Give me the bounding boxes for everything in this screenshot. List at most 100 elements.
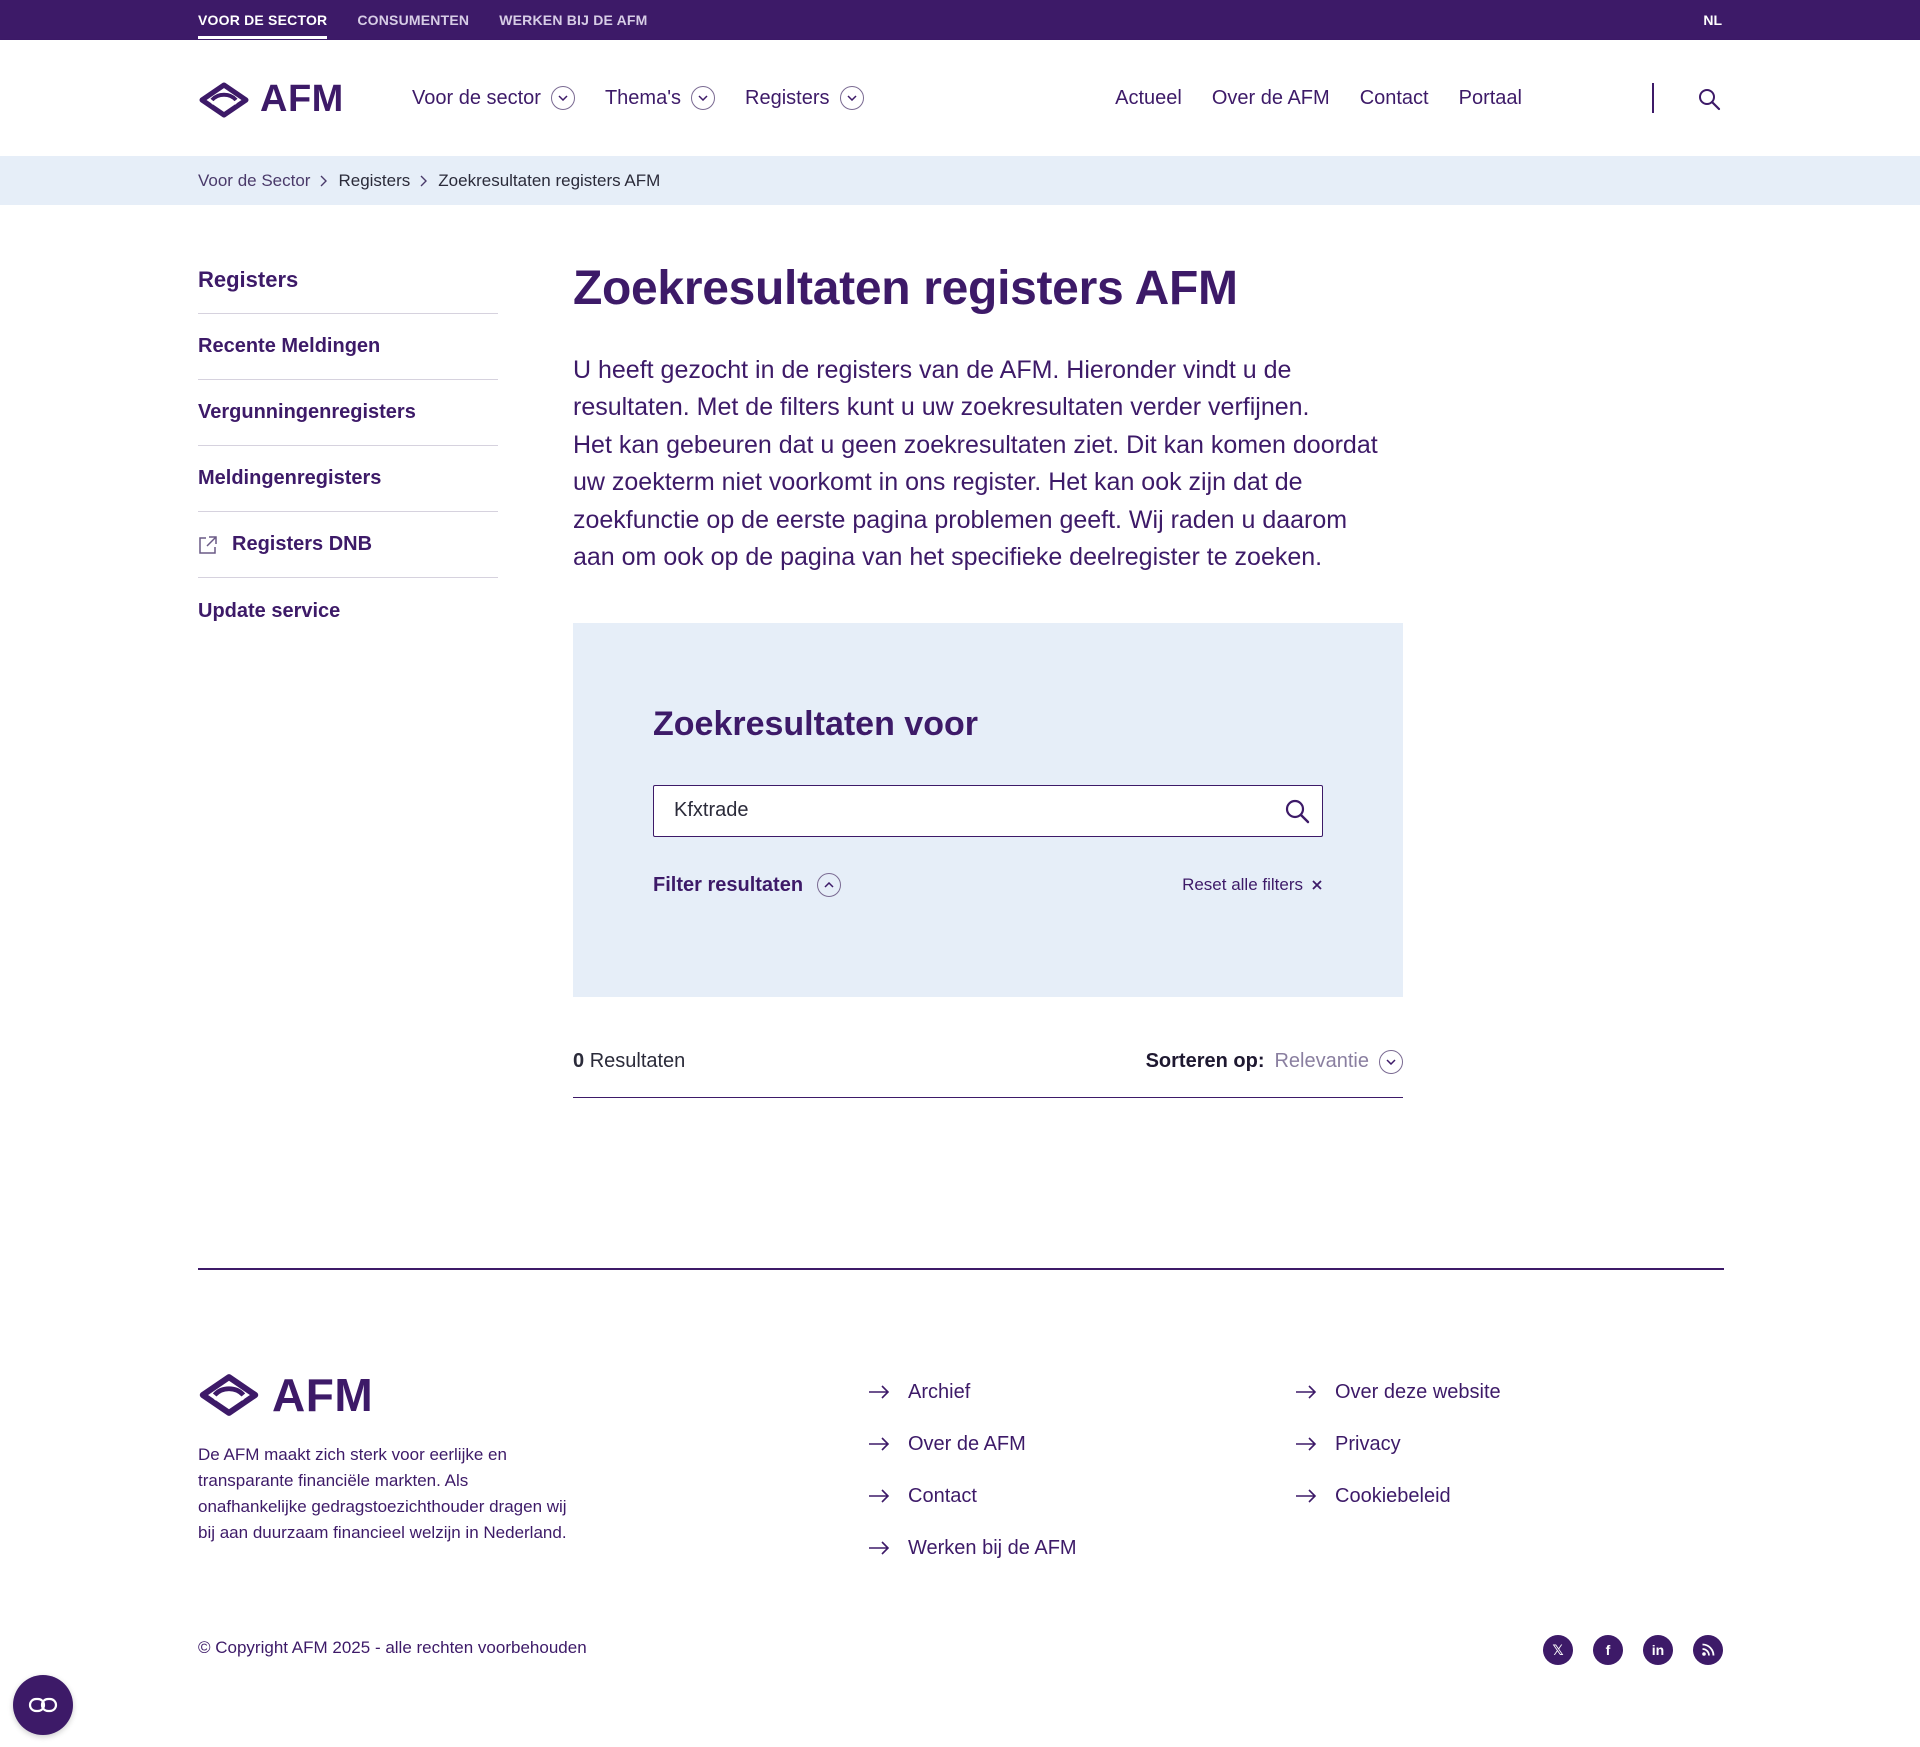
rss-icon[interactable] [1693,1635,1723,1665]
external-link-icon [199,535,217,554]
footer-link-label: Privacy [1335,1432,1401,1455]
footer-link-contact[interactable]: Contact [868,1482,1077,1510]
audience-link-werken-bij[interactable]: WERKEN BIJ DE AFM [499,0,647,40]
nav-over-de-afm[interactable]: Over de AFM [1212,87,1330,110]
facebook-icon[interactable]: f [1593,1635,1623,1665]
footer-link-label: Over deze website [1335,1380,1501,1403]
arrow-right-icon [869,1489,890,1503]
top-utility-bar: VOOR DE SECTOR CONSUMENTEN WERKEN BIJ DE… [0,0,1920,40]
x-icon[interactable]: 𝕏 [1543,1635,1573,1665]
search-icon [1699,89,1721,111]
chevron-right-icon [420,175,428,187]
sidebar-item-update-service[interactable]: Update service [198,578,498,644]
nav-actueel[interactable]: Actueel [1115,87,1182,110]
nav-portaal[interactable]: Portaal [1459,87,1522,110]
footer-link-label: Werken bij de AFM [908,1536,1077,1559]
search-panel-title: Zoekresultaten voor [653,705,978,743]
footer-link-werken-bij[interactable]: Werken bij de AFM [868,1534,1077,1562]
results-bar: 0 Resultaten Sorteren op: Relevantie [573,1026,1403,1098]
logo-text: AFM [260,78,344,120]
chevron-down-icon [550,86,575,110]
search-panel: Zoekresultaten voor Filter resultaten Re… [573,623,1403,997]
sidebar-item-registers-dnb[interactable]: Registers DNB [198,512,498,578]
sidebar-item-label: Registers DNB [232,533,373,555]
filter-results-label: Filter resultaten [653,873,804,896]
audience-links: VOOR DE SECTOR CONSUMENTEN WERKEN BIJ DE… [198,0,648,40]
breadcrumb-registers[interactable]: Registers [338,171,410,191]
intro-text: U heeft gezocht in de registers van de A… [573,352,1403,577]
secondary-navigation: Actueel Over de AFM Contact Portaal [1115,80,1522,116]
sidebar-item-label: Update service [198,599,341,622]
chevron-up-icon [817,873,842,897]
footer-link-label: Cookiebeleid [1335,1484,1451,1507]
audience-link-consumenten[interactable]: CONSUMENTEN [357,0,469,40]
results-count: 0 Resultaten [573,1050,685,1073]
footer-link-over-de-afm[interactable]: Over de AFM [868,1430,1077,1458]
sidebar-item-meldingenregisters[interactable]: Meldingenregisters [198,446,498,512]
intro-line: resultaten. Met de filters kunt u uw zoe… [573,393,1310,422]
link-icon [28,1697,58,1713]
chevron-down-icon [839,86,864,110]
sidebar: Registers Recente Meldingen Vergunningen… [198,255,498,644]
social-links: 𝕏 f in [1543,1635,1723,1665]
footer-link-privacy[interactable]: Privacy [1295,1430,1501,1458]
footer-logo-text: AFM [272,1369,374,1421]
close-icon [1312,880,1322,890]
audience-link-voor-de-sector[interactable]: VOOR DE SECTOR [198,0,328,40]
footer-links-col1: Archief Over de AFM Contact Werken bij d… [868,1378,1077,1562]
sidebar-title[interactable]: Registers [198,255,498,314]
arrow-right-icon [869,1541,890,1555]
site-header: AFM Voor de sector Thema's Registers Act… [0,40,1920,156]
floating-action-button[interactable] [13,1675,73,1735]
header-search-button[interactable] [1696,86,1722,112]
footer-logo[interactable]: AFM [198,1368,373,1422]
nav-divider [1652,83,1654,113]
footer-link-over-deze-website[interactable]: Over deze website [1295,1378,1501,1406]
nav-contact[interactable]: Contact [1360,87,1429,110]
arrow-right-icon [869,1385,890,1399]
chevron-right-icon [320,175,328,187]
sort-value[interactable]: Relevantie [1274,1050,1369,1073]
reset-filters-button[interactable]: Reset alle filters [1182,875,1323,895]
footer-link-label: Over de AFM [908,1432,1026,1455]
sidebar-item-recente-meldingen[interactable]: Recente Meldingen [198,314,498,380]
intro-line: uw zoekterm niet voorkomt in ons registe… [573,468,1303,497]
breadcrumb-voor-de-sector[interactable]: Voor de Sector [198,171,310,191]
sort-control[interactable]: Sorteren op: Relevantie [1146,1049,1403,1074]
intro-line: aan om ook op de pagina van het specifie… [573,543,1323,572]
footer-link-archief[interactable]: Archief [868,1378,1077,1406]
intro-line: Het kan gebeuren dat u geen zoekresultat… [573,430,1378,459]
linkedin-icon[interactable]: in [1643,1635,1673,1665]
search-submit-button[interactable] [1284,798,1310,824]
intro-line: zoekfunctie op de eerste pagina probleme… [573,505,1348,534]
filter-results-toggle[interactable]: Filter resultaten [653,873,842,897]
results-count-label: Resultaten [589,1050,686,1072]
page-title: Zoekresultaten registers AFM [573,262,1238,315]
reset-filters-label: Reset alle filters [1182,875,1303,894]
afm-logo-icon [199,1374,259,1416]
chevron-down-icon[interactable] [1379,1049,1403,1074]
language-switch[interactable]: NL [1703,0,1722,40]
sidebar-item-label: Recente Meldingen [198,335,381,357]
search-box [653,785,1323,837]
main-navigation: Voor de sector Thema's Registers [412,80,864,116]
sidebar-item-label: Meldingenregisters [198,467,382,489]
footer-link-cookiebeleid[interactable]: Cookiebeleid [1295,1482,1501,1510]
arrow-right-icon [1296,1489,1317,1503]
breadcrumb: Voor de Sector Registers Zoekresultaten … [0,156,1920,205]
search-input[interactable] [654,786,1264,835]
footer-link-label: Contact [908,1484,977,1507]
nav-registers[interactable]: Registers [745,86,864,110]
arrow-right-icon [869,1437,890,1451]
intro-line: U heeft gezocht in de registers van de A… [573,355,1292,384]
nav-label: Thema's [604,86,682,109]
nav-voor-de-sector[interactable]: Voor de sector [412,86,575,110]
copyright-text: © Copyright AFM 2025 - alle rechten voor… [198,1638,587,1657]
afm-logo[interactable]: AFM [198,78,344,121]
chevron-down-icon [691,86,716,110]
sidebar-item-vergunningenregisters[interactable]: Vergunningenregisters [198,380,498,446]
nav-themas[interactable]: Thema's [604,86,716,110]
sidebar-item-label: Vergunningenregisters [198,401,416,423]
footer-links-col2: Over deze website Privacy Cookiebeleid [1295,1378,1501,1510]
arrow-right-icon [1296,1437,1317,1451]
